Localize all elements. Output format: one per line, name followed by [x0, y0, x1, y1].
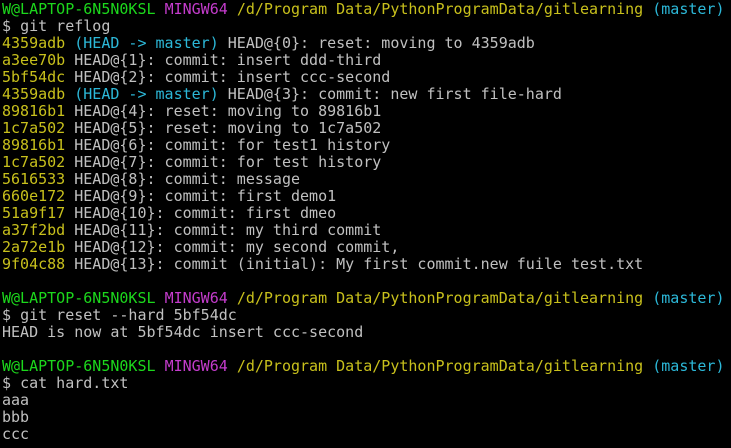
command-text: git reset --hard 5bf54dc: [20, 306, 237, 324]
commit-hash: 5616533: [2, 170, 66, 188]
commit-hash: 51a9f17: [2, 204, 66, 222]
commit-hash: 89816b1: [2, 136, 66, 154]
reflog-entry: 660e172 HEAD@{9}: commit: first demo1: [2, 188, 731, 205]
prompt-symbol: $: [2, 17, 12, 35]
reflog-entry: 1c7a502 HEAD@{5}: reset: moving to 1c7a5…: [2, 120, 731, 137]
commit-hash: 660e172: [2, 187, 66, 205]
head-ref: (HEAD -> master): [74, 85, 219, 103]
command-line: $ git reset --hard 5bf54dc: [2, 307, 731, 324]
reflog-entry: a37f2bd HEAD@{11}: commit: my third comm…: [2, 222, 731, 239]
reflog-text: HEAD@{4}: reset: moving to 89816b1: [74, 102, 382, 120]
prompt-path: /d/Program Data/PythonProgramData/gitlea…: [236, 289, 644, 307]
prompt-env: MINGW64: [164, 289, 228, 307]
reflog-text: HEAD@{1}: commit: insert ddd-third: [74, 51, 382, 69]
reflog-text: HEAD@{0}: reset: moving to 4359adb: [227, 34, 535, 52]
reflog-entry: 89816b1 HEAD@{4}: reset: moving to 89816…: [2, 103, 731, 120]
reflog-entry: 5bf54dc HEAD@{2}: commit: insert ccc-sec…: [2, 69, 731, 86]
reflog-entry: 4359adb (HEAD -> master) HEAD@{3}: commi…: [2, 86, 731, 103]
cat-output-line: bbb: [2, 408, 30, 426]
cat-output-line: aaa: [2, 391, 30, 409]
prompt-branch: (master): [652, 357, 725, 375]
command-line: $ cat hard.txt: [2, 375, 731, 392]
reflog-text: HEAD@{7}: commit: for test history: [74, 153, 382, 171]
commit-hash: 89816b1: [2, 102, 66, 120]
reflog-text: HEAD@{13}: commit (initial): My first co…: [74, 255, 644, 273]
reflog-entry: 4359adb (HEAD -> master) HEAD@{0}: reset…: [2, 35, 731, 52]
reflog-text: HEAD@{3}: commit: new first file-hard: [227, 85, 562, 103]
commit-hash: 5bf54dc: [2, 68, 66, 86]
reflog-entry: 5616533 HEAD@{8}: commit: message: [2, 171, 731, 188]
commit-hash: 4359adb: [2, 85, 66, 103]
reflog-entry: a3ee70b HEAD@{1}: commit: insert ddd-thi…: [2, 52, 731, 69]
prompt-line: W@LAPTOP-6N5N0KSL MINGW64 /d/Program Dat…: [2, 1, 731, 18]
prompt-user-host: W@LAPTOP-6N5N0KSL: [2, 289, 156, 307]
reflog-entry: 2a72e1b HEAD@{12}: commit: my second com…: [2, 239, 731, 256]
reflog-text: HEAD@{10}: commit: first dmeo: [74, 204, 337, 222]
command-line: $ git reflog: [2, 18, 731, 35]
reflog-entry: 1c7a502 HEAD@{7}: commit: for test histo…: [2, 154, 731, 171]
commit-hash: a3ee70b: [2, 51, 66, 69]
commit-hash: a37f2bd: [2, 221, 66, 239]
prompt-env: MINGW64: [164, 357, 228, 375]
prompt-line: W@LAPTOP-6N5N0KSL MINGW64 /d/Program Dat…: [2, 358, 731, 375]
head-ref: (HEAD -> master): [74, 34, 219, 52]
prompt-path: /d/Program Data/PythonProgramData/gitlea…: [236, 357, 644, 375]
commit-hash: 2a72e1b: [2, 238, 66, 256]
reflog-text: HEAD@{8}: commit: message: [74, 170, 301, 188]
reflog-text: HEAD@{12}: commit: my second commit,: [74, 238, 400, 256]
reset-output: HEAD is now at 5bf54dc insert ccc-second: [2, 323, 364, 341]
prompt-branch: (master): [652, 289, 725, 307]
reflog-text: HEAD@{5}: reset: moving to 1c7a502: [74, 119, 382, 137]
cat-output-line: ccc: [2, 425, 30, 443]
command-text: cat hard.txt: [20, 374, 129, 392]
commit-hash: 1c7a502: [2, 153, 66, 171]
prompt-user-host: W@LAPTOP-6N5N0KSL: [2, 357, 156, 375]
terminal-window[interactable]: W@LAPTOP-6N5N0KSL MINGW64 /d/Program Dat…: [0, 0, 731, 448]
command-text: git reflog: [20, 17, 111, 35]
reflog-entry: 89816b1 HEAD@{6}: commit: for test1 hist…: [2, 137, 731, 154]
reflog-text: HEAD@{9}: commit: first demo1: [74, 187, 337, 205]
prompt-symbol: $: [2, 306, 12, 324]
commit-hash: 1c7a502: [2, 119, 66, 137]
commit-hash: 4359adb: [2, 34, 66, 52]
reflog-text: HEAD@{6}: commit: for test1 history: [74, 136, 391, 154]
prompt-branch: (master): [652, 0, 725, 18]
prompt-symbol: $: [2, 374, 12, 392]
prompt-env: MINGW64: [164, 0, 228, 18]
prompt-path: /d/Program Data/PythonProgramData/gitlea…: [236, 0, 644, 18]
commit-hash: 9f04c88: [2, 255, 66, 273]
prompt-line: W@LAPTOP-6N5N0KSL MINGW64 /d/Program Dat…: [2, 290, 731, 307]
prompt-user-host: W@LAPTOP-6N5N0KSL: [2, 0, 156, 18]
reflog-text: HEAD@{2}: commit: insert ccc-second: [74, 68, 391, 86]
reflog-entry: 51a9f17 HEAD@{10}: commit: first dmeo: [2, 205, 731, 222]
reflog-text: HEAD@{11}: commit: my third commit: [74, 221, 382, 239]
reflog-entry: 9f04c88 HEAD@{13}: commit (initial): My …: [2, 256, 731, 273]
